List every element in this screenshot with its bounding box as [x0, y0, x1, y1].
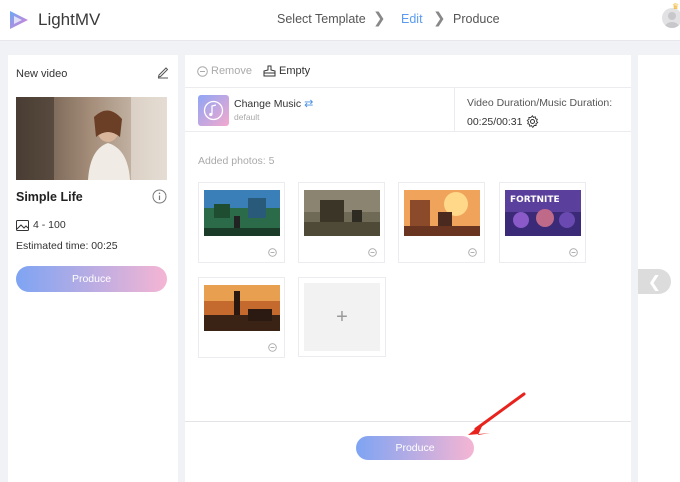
chevron-right-icon: ❯: [433, 10, 446, 27]
photo-tile[interactable]: [198, 277, 285, 358]
step-select-template[interactable]: Select Template: [277, 12, 366, 26]
photo-thumbnail[interactable]: [204, 190, 280, 236]
image-icon: [16, 219, 29, 231]
vip-crown-icon: ♛: [672, 2, 680, 11]
remove-photo-icon[interactable]: [368, 248, 377, 257]
app-name[interactable]: LightMV: [38, 10, 100, 30]
empty-button[interactable]: Empty: [263, 65, 310, 77]
photo-thumbnail[interactable]: [404, 190, 480, 236]
photo-tile[interactable]: [198, 182, 285, 263]
collapse-chevron-left-icon[interactable]: ❮: [638, 269, 671, 294]
estimated-time: Estimated time: 00:25: [16, 240, 118, 252]
remove-photo-icon[interactable]: [268, 248, 277, 257]
added-photos-count: Added photos: 5: [198, 155, 275, 167]
music-note-icon[interactable]: [198, 95, 229, 126]
photo-tile[interactable]: FORTNITE: [499, 182, 586, 263]
template-name: Simple Life: [16, 190, 83, 204]
photo-tile[interactable]: [298, 182, 385, 263]
music-bar: Change Music ⇄ default Video Duration/Mus…: [185, 88, 631, 132]
photo-toolbar: Remove Empty: [185, 55, 631, 88]
photo-range: 4 - 100: [16, 219, 66, 231]
remove-photo-icon[interactable]: [468, 248, 477, 257]
change-music-button[interactable]: Change Music ⇄: [234, 97, 313, 110]
duration-label: Video Duration/Music Duration:: [467, 97, 613, 109]
duration-text: 00:25/00:31: [467, 115, 523, 128]
step-edit[interactable]: Edit: [401, 12, 423, 26]
edit-pencil-icon[interactable]: [156, 65, 170, 79]
broom-icon: [263, 65, 276, 77]
remove-button[interactable]: Remove: [197, 65, 252, 77]
editor-panel: Remove Empty Change Music ⇄ default Video…: [185, 55, 631, 482]
remove-photo-icon[interactable]: [569, 248, 578, 257]
top-bar: LightMV Select Template ❯ Edit ❯ Produce…: [0, 0, 680, 41]
info-icon[interactable]: [152, 189, 167, 204]
produce-button[interactable]: Produce: [356, 436, 474, 460]
gear-icon[interactable]: [526, 115, 539, 128]
remove-photo-icon[interactable]: [268, 343, 277, 352]
photo-tile[interactable]: [398, 182, 485, 263]
chevron-right-icon: ❯: [373, 10, 386, 27]
annotation-arrow-icon: [468, 392, 526, 435]
swap-arrows-icon[interactable]: ⇄: [304, 98, 313, 110]
photo-thumbnail[interactable]: [204, 285, 280, 331]
fortnite-text: FORTNITE: [510, 195, 560, 205]
empty-label: Empty: [279, 65, 311, 77]
lightmv-logo-icon[interactable]: [8, 8, 30, 32]
user-avatar[interactable]: [662, 8, 680, 28]
step-produce[interactable]: Produce: [453, 12, 500, 26]
produce-button-side[interactable]: Produce: [16, 266, 167, 292]
photo-range-text: 4 - 100: [33, 219, 66, 231]
divider: [454, 88, 455, 132]
duration-value: 00:25/00:31: [467, 115, 539, 128]
remove-label: Remove: [211, 65, 252, 77]
change-music-label: Change Music: [234, 98, 302, 110]
video-title: New video: [16, 68, 68, 80]
photo-thumbnail[interactable]: FORTNITE: [505, 190, 581, 236]
plus-icon[interactable]: +: [304, 283, 380, 351]
template-thumbnail[interactable]: [16, 97, 167, 180]
minus-circle-icon: [197, 65, 208, 77]
editor-footer: Produce: [185, 421, 631, 482]
photo-thumbnail[interactable]: [304, 190, 380, 236]
music-name: default: [234, 112, 260, 122]
add-photo-button[interactable]: +: [298, 277, 386, 357]
template-panel: New video Simple Life 4 - 100 Estimated …: [8, 55, 178, 482]
